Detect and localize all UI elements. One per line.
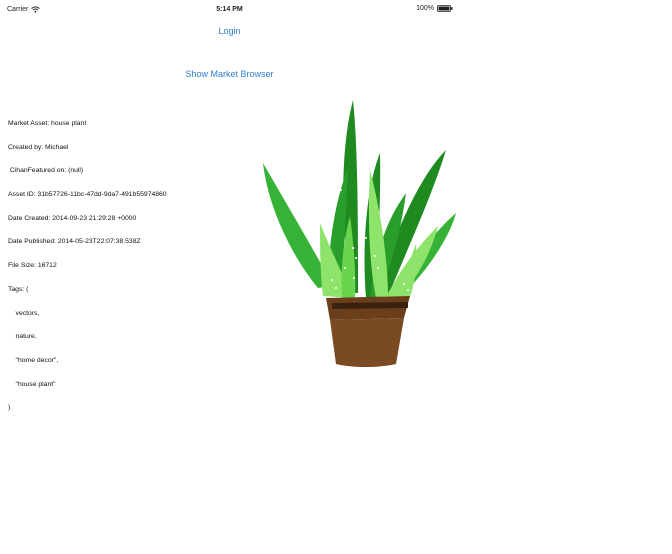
- asset-info-line: Asset ID: 31b57726-11bc-47dd-9da7-491b55…: [8, 190, 167, 198]
- asset-info-line: Date Created: 2014-09-23 21:29:28 +0000: [8, 214, 137, 222]
- house-plant-image: [258, 98, 460, 370]
- asset-info-line: "home decor",: [8, 357, 59, 364]
- asset-info-line: vectors,: [8, 309, 40, 317]
- asset-info-line: Date Published: 2014-05-23T22:07:38.538Z: [8, 238, 141, 246]
- asset-info-line: Created by: Michael: [8, 143, 69, 151]
- app-screen: Carrier 5:14 PM 100% Login Show Market B…: [0, 0, 459, 554]
- asset-info-line: Tags: (: [8, 285, 29, 293]
- asset-info-line: Market Asset: house plant: [8, 119, 87, 127]
- battery-percent: 100%: [416, 5, 434, 12]
- status-bar: Carrier 5:14 PM 100%: [0, 0, 459, 20]
- asset-info-line: nature,: [8, 333, 37, 341]
- show-market-browser-button[interactable]: Show Market Browser: [0, 69, 459, 79]
- asset-info-text: Market Asset: house plant Created by: Mi…: [8, 104, 167, 428]
- login-button[interactable]: Login: [0, 26, 459, 36]
- asset-info-line: "house plant": [8, 380, 56, 388]
- status-time: 5:14 PM: [216, 6, 243, 13]
- battery-icon: [437, 5, 453, 12]
- asset-info-line: File Size: 16712: [8, 262, 57, 270]
- asset-info-line: CihanFeatured on: (null): [8, 167, 84, 175]
- asset-info-line: ): [8, 404, 11, 412]
- battery-info: 100%: [416, 5, 453, 12]
